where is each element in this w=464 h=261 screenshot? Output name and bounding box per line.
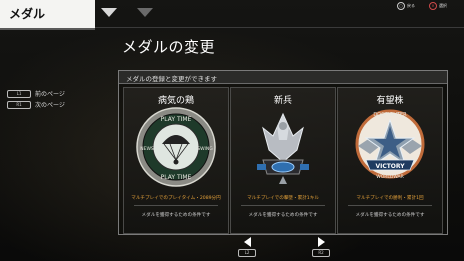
medal-panel: メダルの登録と変更ができます 病気の鶏 PLAY TIME PLAY TIME … <box>118 70 448 235</box>
cross-button-icon: × <box>429 2 437 10</box>
medal-card-recruit[interactable]: 新兵 マルチプレイでの撃墜・累計1キル メダルを獲得するための条件です <box>230 87 336 234</box>
chevron-down-icon-secondary[interactable] <box>137 8 153 17</box>
panel-header: メダルの登録と変更ができます <box>119 71 447 84</box>
medal-description: メダルを獲得するための条件です <box>141 213 211 218</box>
r1-key-icon: R1 <box>7 100 31 109</box>
divider <box>348 205 432 206</box>
select-hint[interactable]: × 選択 <box>429 2 447 10</box>
tab-medal[interactable]: メダル <box>0 0 95 30</box>
medal-right-text: SWING <box>197 146 213 152</box>
pager-next[interactable]: R2 <box>312 237 330 257</box>
medal-name: 有望株 <box>376 96 404 106</box>
l1-key-icon: L1 <box>7 89 31 98</box>
medal-left-text: NEWS <box>140 146 154 152</box>
prev-page-hint[interactable]: L1 前のページ <box>7 89 65 98</box>
arrow-right-icon <box>317 237 325 247</box>
divider <box>134 205 218 206</box>
star-medal-icon: DOGFIGHTER VICTORY WORLDWAR <box>355 109 425 180</box>
back-hint[interactable]: ○ 戻る <box>397 2 415 10</box>
arrow-left-icon <box>243 237 251 247</box>
medal-bottom-text: WORLDWAR <box>376 174 404 180</box>
medal-description: メダルを獲得するための条件です <box>355 213 425 218</box>
medal-condition: マルチプレイでの勝利・累計1回 <box>356 196 424 201</box>
eagle-medal-icon <box>257 112 309 184</box>
medal-condition: マルチプレイでの撃墜・累計1キル <box>247 196 319 201</box>
panel-header-text: メダルの登録と変更ができます <box>126 75 217 83</box>
parachute-medal-icon: PLAY TIME PLAY TIME NEWS SWING <box>136 107 216 187</box>
medal-card-promising[interactable]: 有望株 DOGFIGHTER VICTORY WORLDWAR マルチプレイでの… <box>337 87 443 234</box>
tab-medal-label: メダル <box>9 7 46 21</box>
l2-key-icon: L2 <box>238 249 256 257</box>
medal-condition: マルチプレイでのプレイタイム・2089分円 <box>131 196 221 201</box>
medal-bottom-text: PLAY TIME <box>161 174 192 181</box>
select-hint-label: 選択 <box>439 3 447 8</box>
medal-name: 新兵 <box>273 96 292 106</box>
medal-card-sick-chicken[interactable]: 病気の鶏 PLAY TIME PLAY TIME NEWS SWING マルチプ… <box>123 87 229 234</box>
r2-key-icon: R2 <box>312 249 330 257</box>
divider <box>241 205 325 206</box>
next-page-label: 次のページ <box>35 102 65 109</box>
circle-button-icon: ○ <box>397 2 405 10</box>
pager-prev[interactable]: L2 <box>238 237 256 257</box>
medal-banner-text: VICTORY <box>375 163 405 170</box>
medal-top-text: PLAY TIME <box>161 116 192 123</box>
back-hint-label: 戻る <box>407 3 415 8</box>
next-page-hint[interactable]: R1 次のページ <box>7 100 65 109</box>
page-title: メダルの変更 <box>122 38 216 56</box>
medal-top-text: DOGFIGHTER <box>373 112 407 118</box>
chevron-down-icon[interactable] <box>101 8 117 17</box>
prev-page-label: 前のページ <box>35 91 65 98</box>
medal-description: メダルを獲得するための条件です <box>248 213 318 218</box>
header-divider <box>95 27 464 28</box>
medal-name: 病気の鶏 <box>157 96 194 106</box>
